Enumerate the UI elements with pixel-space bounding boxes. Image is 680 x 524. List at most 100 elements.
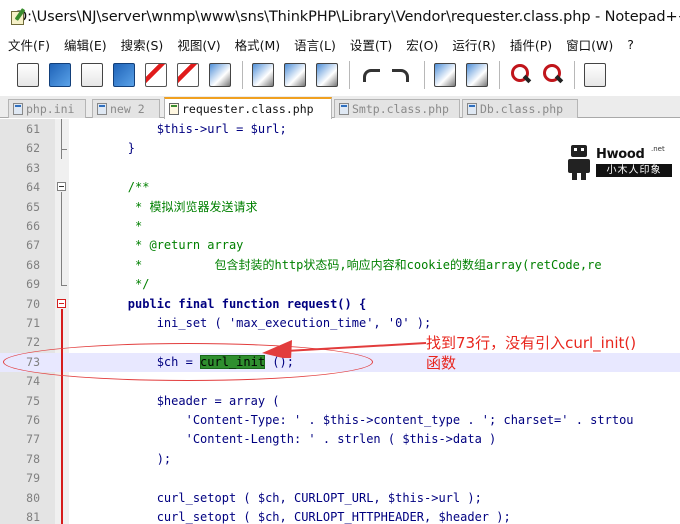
find-icon	[434, 63, 456, 87]
menu-bar: 文件(F) 编辑(E) 搜索(S) 视图(V) 格式(M) 语言(L) 设置(T…	[0, 34, 680, 54]
file-icon	[467, 103, 477, 115]
file-icon	[13, 103, 23, 115]
menu-settings[interactable]: 设置(T)	[350, 35, 392, 54]
code-text: 'Content-Length: ' . strlen ( $this->dat…	[70, 432, 497, 447]
zoom-in-button[interactable]	[506, 60, 534, 90]
close-all-button[interactable]	[174, 60, 202, 90]
toolbar-separator	[424, 61, 425, 89]
menu-macro[interactable]: 宏(O)	[406, 35, 438, 54]
new-file-button[interactable]	[14, 60, 42, 90]
annotation-arrow-icon	[262, 340, 427, 358]
line-number: 68	[26, 257, 40, 272]
zoom-out-icon	[541, 63, 563, 87]
code-line[interactable]: 77 'Content-Length: ' . strlen ( $this->…	[0, 430, 680, 449]
code-line[interactable]: 79	[0, 469, 680, 488]
tab-requester-class-php[interactable]: requester.class.php	[164, 97, 332, 119]
open-file-button[interactable]	[46, 60, 74, 90]
toolbar-separator	[349, 61, 350, 89]
sync-vertical-button[interactable]	[581, 60, 609, 90]
line-number: 67	[26, 238, 40, 253]
fold-line	[61, 309, 63, 524]
save-all-button[interactable]	[110, 60, 138, 90]
redo-button[interactable]	[388, 60, 416, 90]
code-line[interactable]: 75 $header = array (	[0, 392, 680, 411]
code-text: curl_setopt ( $ch, CURLOPT_HTTPHEADER, $…	[70, 510, 511, 524]
tab-label: requester.class.php	[182, 102, 314, 116]
cut-button[interactable]	[249, 60, 277, 90]
code-line[interactable]: 67 * @return array	[0, 236, 680, 255]
undo-button[interactable]	[356, 60, 384, 90]
code-text: $this->url = $url;	[70, 122, 287, 136]
tab-php-ini[interactable]: php.ini	[8, 99, 86, 118]
line-number: 78	[26, 451, 40, 466]
file-icon	[339, 103, 349, 115]
toolbar-separator	[499, 61, 500, 89]
close-all-icon	[177, 63, 199, 87]
line-number: 75	[26, 393, 40, 408]
code-line[interactable]: 65 * 模拟浏览器发送请求	[0, 198, 680, 217]
tab-db-class-php[interactable]: Db.class.php	[462, 99, 578, 118]
file-icon	[169, 103, 179, 115]
line-number: 71	[26, 316, 40, 330]
find-button[interactable]	[431, 60, 459, 90]
fold-toggle-icon[interactable]	[57, 182, 66, 191]
fold-end-marker	[61, 285, 67, 286]
code-line[interactable]: 80 curl_setopt ( $ch, CURLOPT_URL, $this…	[0, 489, 680, 508]
code-line[interactable]: 70 public final function request() {	[0, 295, 680, 314]
code-text: $header = array (	[70, 393, 280, 408]
code-line[interactable]: 64 /**	[0, 178, 680, 197]
tab-new-2[interactable]: new 2	[92, 99, 160, 118]
code-line[interactable]: 68 * 包含封装的http状态码,响应内容和cookie的数组array(re…	[0, 256, 680, 275]
menu-plugins[interactable]: 插件(P)	[510, 35, 552, 54]
title-bar[interactable]: D:\Users\NJ\server\wnmp\www\sns\ThinkPHP…	[0, 0, 680, 34]
menu-window[interactable]: 窗口(W)	[566, 35, 613, 54]
line-number: 66	[26, 219, 40, 233]
menu-run[interactable]: 运行(R)	[452, 35, 495, 54]
copy-icon	[284, 63, 306, 87]
paste-icon	[316, 63, 338, 87]
line-number: 69	[26, 277, 40, 292]
cut-icon	[252, 63, 274, 87]
code-line[interactable]: 66 *	[0, 217, 680, 236]
menu-view[interactable]: 视图(V)	[177, 35, 220, 54]
save-button[interactable]	[78, 60, 106, 90]
line-number: 65	[26, 199, 40, 214]
paste-button[interactable]	[313, 60, 341, 90]
code-text: */	[70, 277, 150, 292]
code-text: *	[70, 219, 143, 233]
code-line[interactable]: 78 );	[0, 450, 680, 469]
copy-button[interactable]	[281, 60, 309, 90]
code-line[interactable]: 81 curl_setopt ( $ch, CURLOPT_HTTPHEADER…	[0, 508, 680, 524]
menu-help[interactable]: ?	[627, 37, 634, 52]
tab-smtp-class-php[interactable]: Smtp.class.php	[334, 99, 460, 118]
code-line[interactable]: 61 $this->url = $url;	[0, 120, 680, 139]
code-text: }	[70, 141, 136, 156]
fold-line	[61, 192, 62, 285]
code-text: );	[70, 451, 172, 466]
line-number: 72	[26, 335, 40, 350]
replace-button[interactable]	[463, 60, 491, 90]
robot-icon	[563, 143, 595, 181]
sync-vertical-icon	[584, 63, 606, 87]
watermark-brand: Hwood	[596, 147, 645, 162]
menu-search[interactable]: 搜索(S)	[121, 35, 164, 54]
close-button[interactable]	[142, 60, 170, 90]
zoom-out-button[interactable]	[538, 60, 566, 90]
replace-icon	[466, 63, 488, 87]
print-icon	[209, 63, 231, 87]
watermark-subtitle: 小木人印象	[596, 164, 672, 177]
menu-language[interactable]: 语言(L)	[294, 35, 336, 54]
fold-end-marker	[61, 149, 67, 150]
code-line[interactable]: 76 'Content-Type: ' . $this->content_typ…	[0, 411, 680, 430]
print-button[interactable]	[206, 60, 234, 90]
code-line[interactable]: 71 ini_set ( 'max_execution_time', '0' )…	[0, 314, 680, 333]
fold-line	[61, 119, 62, 159]
toolbar-separator	[242, 61, 243, 89]
menu-format[interactable]: 格式(M)	[235, 35, 281, 54]
zoom-in-icon	[509, 63, 531, 87]
menu-edit[interactable]: 编辑(E)	[64, 35, 107, 54]
menu-file[interactable]: 文件(F)	[8, 35, 50, 54]
line-number: 79	[26, 471, 40, 486]
code-line[interactable]: 69 */	[0, 275, 680, 294]
fold-toggle-icon[interactable]	[57, 299, 66, 308]
